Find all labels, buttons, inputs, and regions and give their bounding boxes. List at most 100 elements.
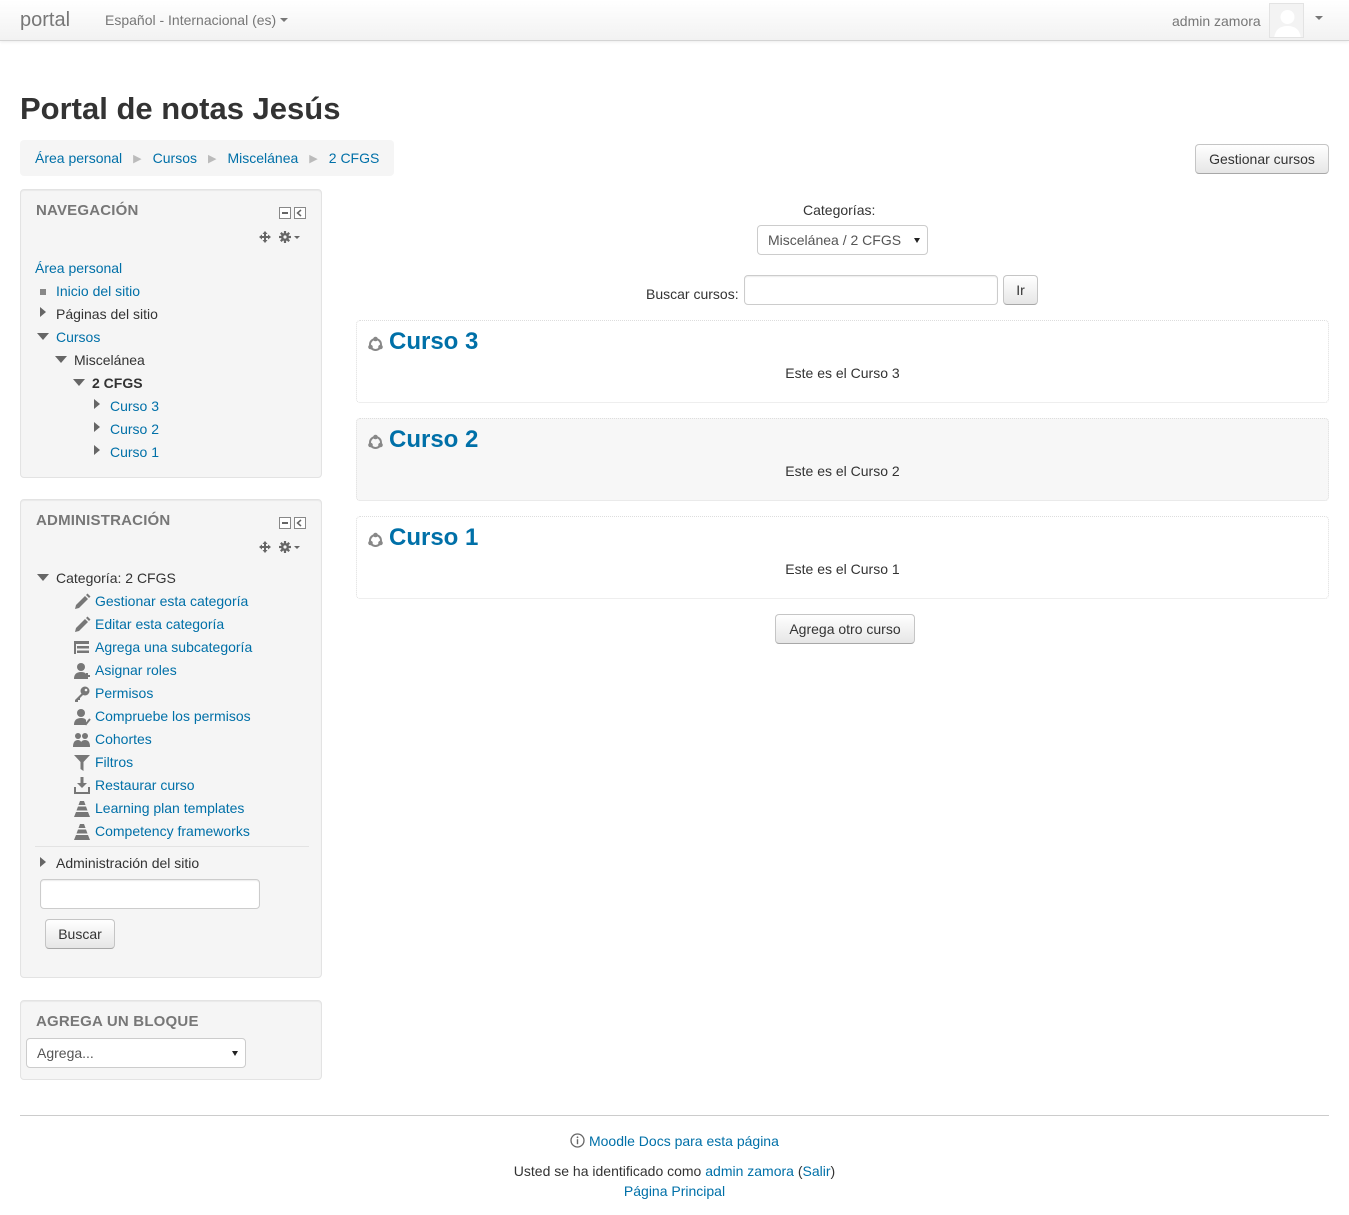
avatar[interactable] [1269,3,1304,38]
administration-block-title: ADMINISTRACIÓN [36,512,171,529]
dock-block-icon[interactable] [279,517,307,529]
breadcrumb-separator-icon: ▶ [208,152,217,165]
course-box: Curso 3 Este es el Curso 3 [356,320,1329,403]
expand-arrow-icon[interactable] [94,422,100,432]
course-name-link[interactable]: Curso 2 [389,426,478,454]
add-course-button[interactable]: Agrega otro curso [775,614,915,644]
top-navbar: portal Español - Internacional (es) admi… [0,0,1349,41]
pencil-icon [75,593,91,609]
logout-link[interactable]: Salir [803,1163,831,1179]
course-summary: Este es el Curso 2 [785,463,900,479]
collapse-arrow-icon[interactable] [37,574,49,581]
logged-in-text: Usted se ha identificado como [513,1163,702,1179]
site-brand[interactable]: portal [20,9,70,32]
nav-item-paginas-del-sitio[interactable]: Páginas del sitio [56,306,158,322]
collapse-arrow-icon[interactable] [73,379,85,386]
admin-item-administracion-sitio[interactable]: Administración del sitio [56,855,199,871]
move-icon[interactable] [259,231,271,243]
search-courses-input[interactable] [744,275,998,305]
user-name[interactable]: admin zamora [1172,13,1261,29]
expand-arrow-icon[interactable] [40,307,46,317]
admin-search-input[interactable] [40,879,260,909]
nav-item-area-personal[interactable]: Área personal [35,260,122,276]
nav-item-curso-1[interactable]: Curso 1 [110,444,159,460]
breadcrumb-area-personal[interactable]: Área personal [35,150,122,166]
admin-item-agrega-subcategoria[interactable]: Agrega una subcategoría [95,639,252,655]
add-block-select-value: Agrega... [37,1045,94,1061]
user-silhouette-icon [1274,10,1301,37]
nav-item-curso-2[interactable]: Curso 2 [110,421,159,437]
divider [35,846,309,847]
course-info-icon[interactable] [367,434,384,451]
breadcrumb-miscelanea[interactable]: Miscelánea [227,150,298,166]
admin-item-learning-plan-templates[interactable]: Learning plan templates [95,800,244,816]
course-info-icon[interactable] [367,532,384,549]
gear-icon[interactable] [279,231,303,243]
nav-item-cursos[interactable]: Cursos [56,329,100,345]
admin-item-cohortes[interactable]: Cohortes [95,731,152,747]
administration-block: ADMINISTRACIÓN Categoría: 2 CFGS Gestion… [20,499,322,978]
navigation-block-title: NAVEGACIÓN [36,202,139,219]
nav-item-miscelanea[interactable]: Miscelánea [74,352,145,368]
nav-item-inicio-del-sitio[interactable]: Inicio del sitio [56,283,140,299]
breadcrumb-2cfgs[interactable]: 2 CFGS [329,150,380,166]
dock-block-icon[interactable] [279,207,307,219]
nav-item-curso-3[interactable]: Curso 3 [110,398,159,414]
pyramid-icon [74,824,90,840]
admin-item-competency-frameworks[interactable]: Competency frameworks [95,823,250,839]
pyramid-icon [74,801,90,817]
footer-docs-row: Moodle Docs para esta página [0,1133,1349,1149]
admin-search-button[interactable]: Buscar [45,919,115,949]
manage-courses-button[interactable]: Gestionar cursos [1195,144,1329,174]
admin-item-gestionar-categoria[interactable]: Gestionar esta categoría [95,593,248,609]
gear-icon[interactable] [279,541,303,553]
admin-item-editar-categoria[interactable]: Editar esta categoría [95,616,224,632]
admin-item-filtros[interactable]: Filtros [95,754,133,770]
admin-item-restaurar-curso[interactable]: Restaurar curso [95,777,195,793]
course-summary: Este es el Curso 3 [785,365,900,381]
course-name-link[interactable]: Curso 1 [389,524,478,552]
admin-item-permisos[interactable]: Permisos [95,685,153,701]
navigation-block: NAVEGACIÓN Área personal Inicio del siti… [20,189,322,478]
language-label: Español - Internacional (es) [105,12,277,28]
course-name-link[interactable]: Curso 3 [389,328,478,356]
restore-icon [74,777,90,794]
move-icon[interactable] [259,541,271,553]
collapse-arrow-icon[interactable] [37,333,49,340]
home-page-link[interactable]: Página Principal [624,1183,725,1199]
nav-item-2cfgs[interactable]: 2 CFGS [92,375,143,391]
language-menu[interactable]: Español - Internacional (es) [105,12,289,28]
expand-arrow-icon[interactable] [94,445,100,455]
expand-arrow-icon[interactable] [40,857,46,867]
add-block-block: AGREGA UN BLOQUE Agrega... [20,1000,322,1080]
course-summary: Este es el Curso 1 [785,561,900,577]
filter-icon [74,755,90,771]
course-info-icon[interactable] [367,336,384,353]
expand-arrow-icon[interactable] [94,399,100,409]
check-permissions-icon [74,709,91,726]
footer-divider [20,1115,1329,1116]
admin-item-asignar-roles[interactable]: Asignar roles [95,662,177,678]
breadcrumb: Área personal ▶ Cursos ▶ Miscelánea ▶ 2 … [20,140,395,176]
course-box: Curso 2 Este es el Curso 2 [356,418,1329,501]
collapse-arrow-icon[interactable] [55,356,67,363]
admin-item-compruebe-permisos[interactable]: Compruebe los permisos [95,708,251,724]
caret-down-icon [280,18,289,23]
info-icon [570,1133,585,1148]
breadcrumb-cursos[interactable]: Cursos [153,150,197,166]
admin-category-label[interactable]: Categoría: 2 CFGS [56,570,176,586]
key-icon [75,686,90,702]
select-arrow-icon [232,1051,238,1056]
pencil-icon [75,616,91,632]
go-button[interactable]: Ir [1003,275,1038,305]
add-block-select[interactable]: Agrega... [26,1038,246,1068]
select-arrow-icon [914,238,920,243]
category-select[interactable]: Miscelánea / 2 CFGS [757,225,928,255]
categories-label: Categorías: [803,202,876,218]
user-menu-caret-icon[interactable] [1315,16,1323,20]
breadcrumb-separator-icon: ▶ [133,152,142,165]
course-box: Curso 1 Este es el Curso 1 [356,516,1329,599]
moodle-docs-link[interactable]: Moodle Docs para esta página [589,1133,779,1149]
footer-home-row: Página Principal [0,1183,1349,1199]
footer-user-link[interactable]: admin zamora [705,1163,794,1179]
